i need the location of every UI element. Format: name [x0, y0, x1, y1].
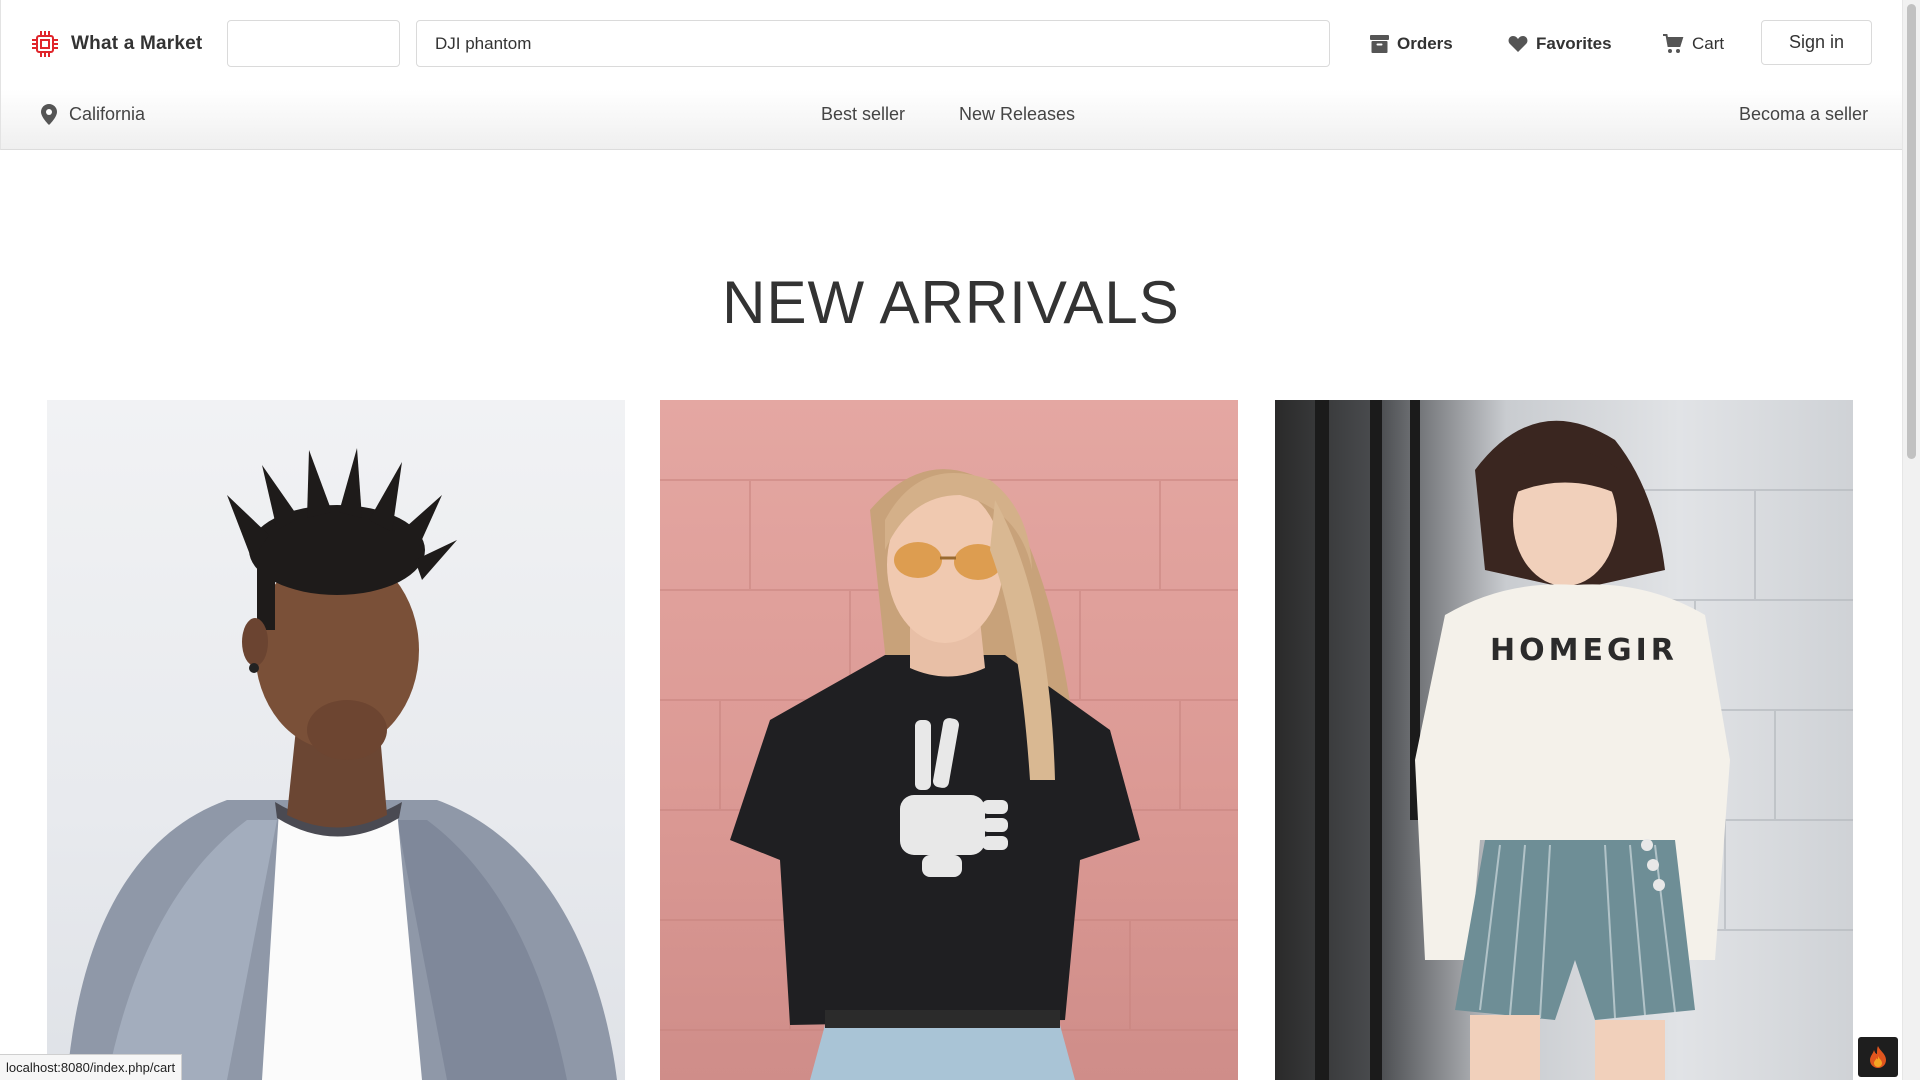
brand-name: What a Market: [71, 33, 203, 54]
brand-link[interactable]: What a Market: [31, 26, 202, 62]
best-seller-link[interactable]: Best seller: [821, 98, 905, 130]
category-select[interactable]: [227, 20, 400, 67]
product-card-3[interactable]: HOMEGIR: [1275, 400, 1853, 1080]
cart-link[interactable]: Cart: [1662, 28, 1724, 60]
product-image: HOMEGIR: [1315, 400, 1853, 1080]
scrollbar-thumb[interactable]: [1907, 4, 1916, 459]
site-header: What a Market Orders Favorites Cart Sign…: [0, 0, 1902, 150]
sign-in-button[interactable]: Sign in: [1761, 20, 1872, 65]
search-input[interactable]: [416, 20, 1330, 67]
cart-icon: [1663, 34, 1684, 53]
archive-box-icon: [1370, 35, 1389, 53]
location-selector[interactable]: California: [41, 98, 145, 130]
become-seller-link[interactable]: Becoma a seller: [1739, 98, 1868, 130]
flame-icon: [1870, 1046, 1886, 1068]
orders-link[interactable]: Orders: [1370, 28, 1453, 60]
devtools-button[interactable]: [1858, 1037, 1898, 1077]
new-releases-link[interactable]: New Releases: [959, 98, 1075, 130]
product-image: [67, 448, 617, 1080]
location-label: California: [69, 103, 146, 124]
status-url: localhost:8080/index.php/cart: [0, 1054, 183, 1080]
product-image: [660, 469, 1238, 1080]
shirt-print: HOMEGIR: [1490, 633, 1678, 668]
vertical-scrollbar[interactable]: [1902, 0, 1920, 1080]
chip-icon: [32, 31, 58, 57]
favorites-label: Favorites: [1536, 34, 1612, 53]
product-card-1[interactable]: [47, 400, 625, 1080]
heart-icon: [1508, 36, 1528, 52]
favorites-link[interactable]: Favorites: [1508, 28, 1612, 60]
cart-label: Cart: [1692, 34, 1725, 53]
orders-label: Orders: [1397, 34, 1453, 53]
product-card-2[interactable]: [660, 400, 1238, 1080]
map-pin-icon: [41, 103, 57, 125]
section-title: NEW ARRIVALS: [722, 269, 1180, 336]
